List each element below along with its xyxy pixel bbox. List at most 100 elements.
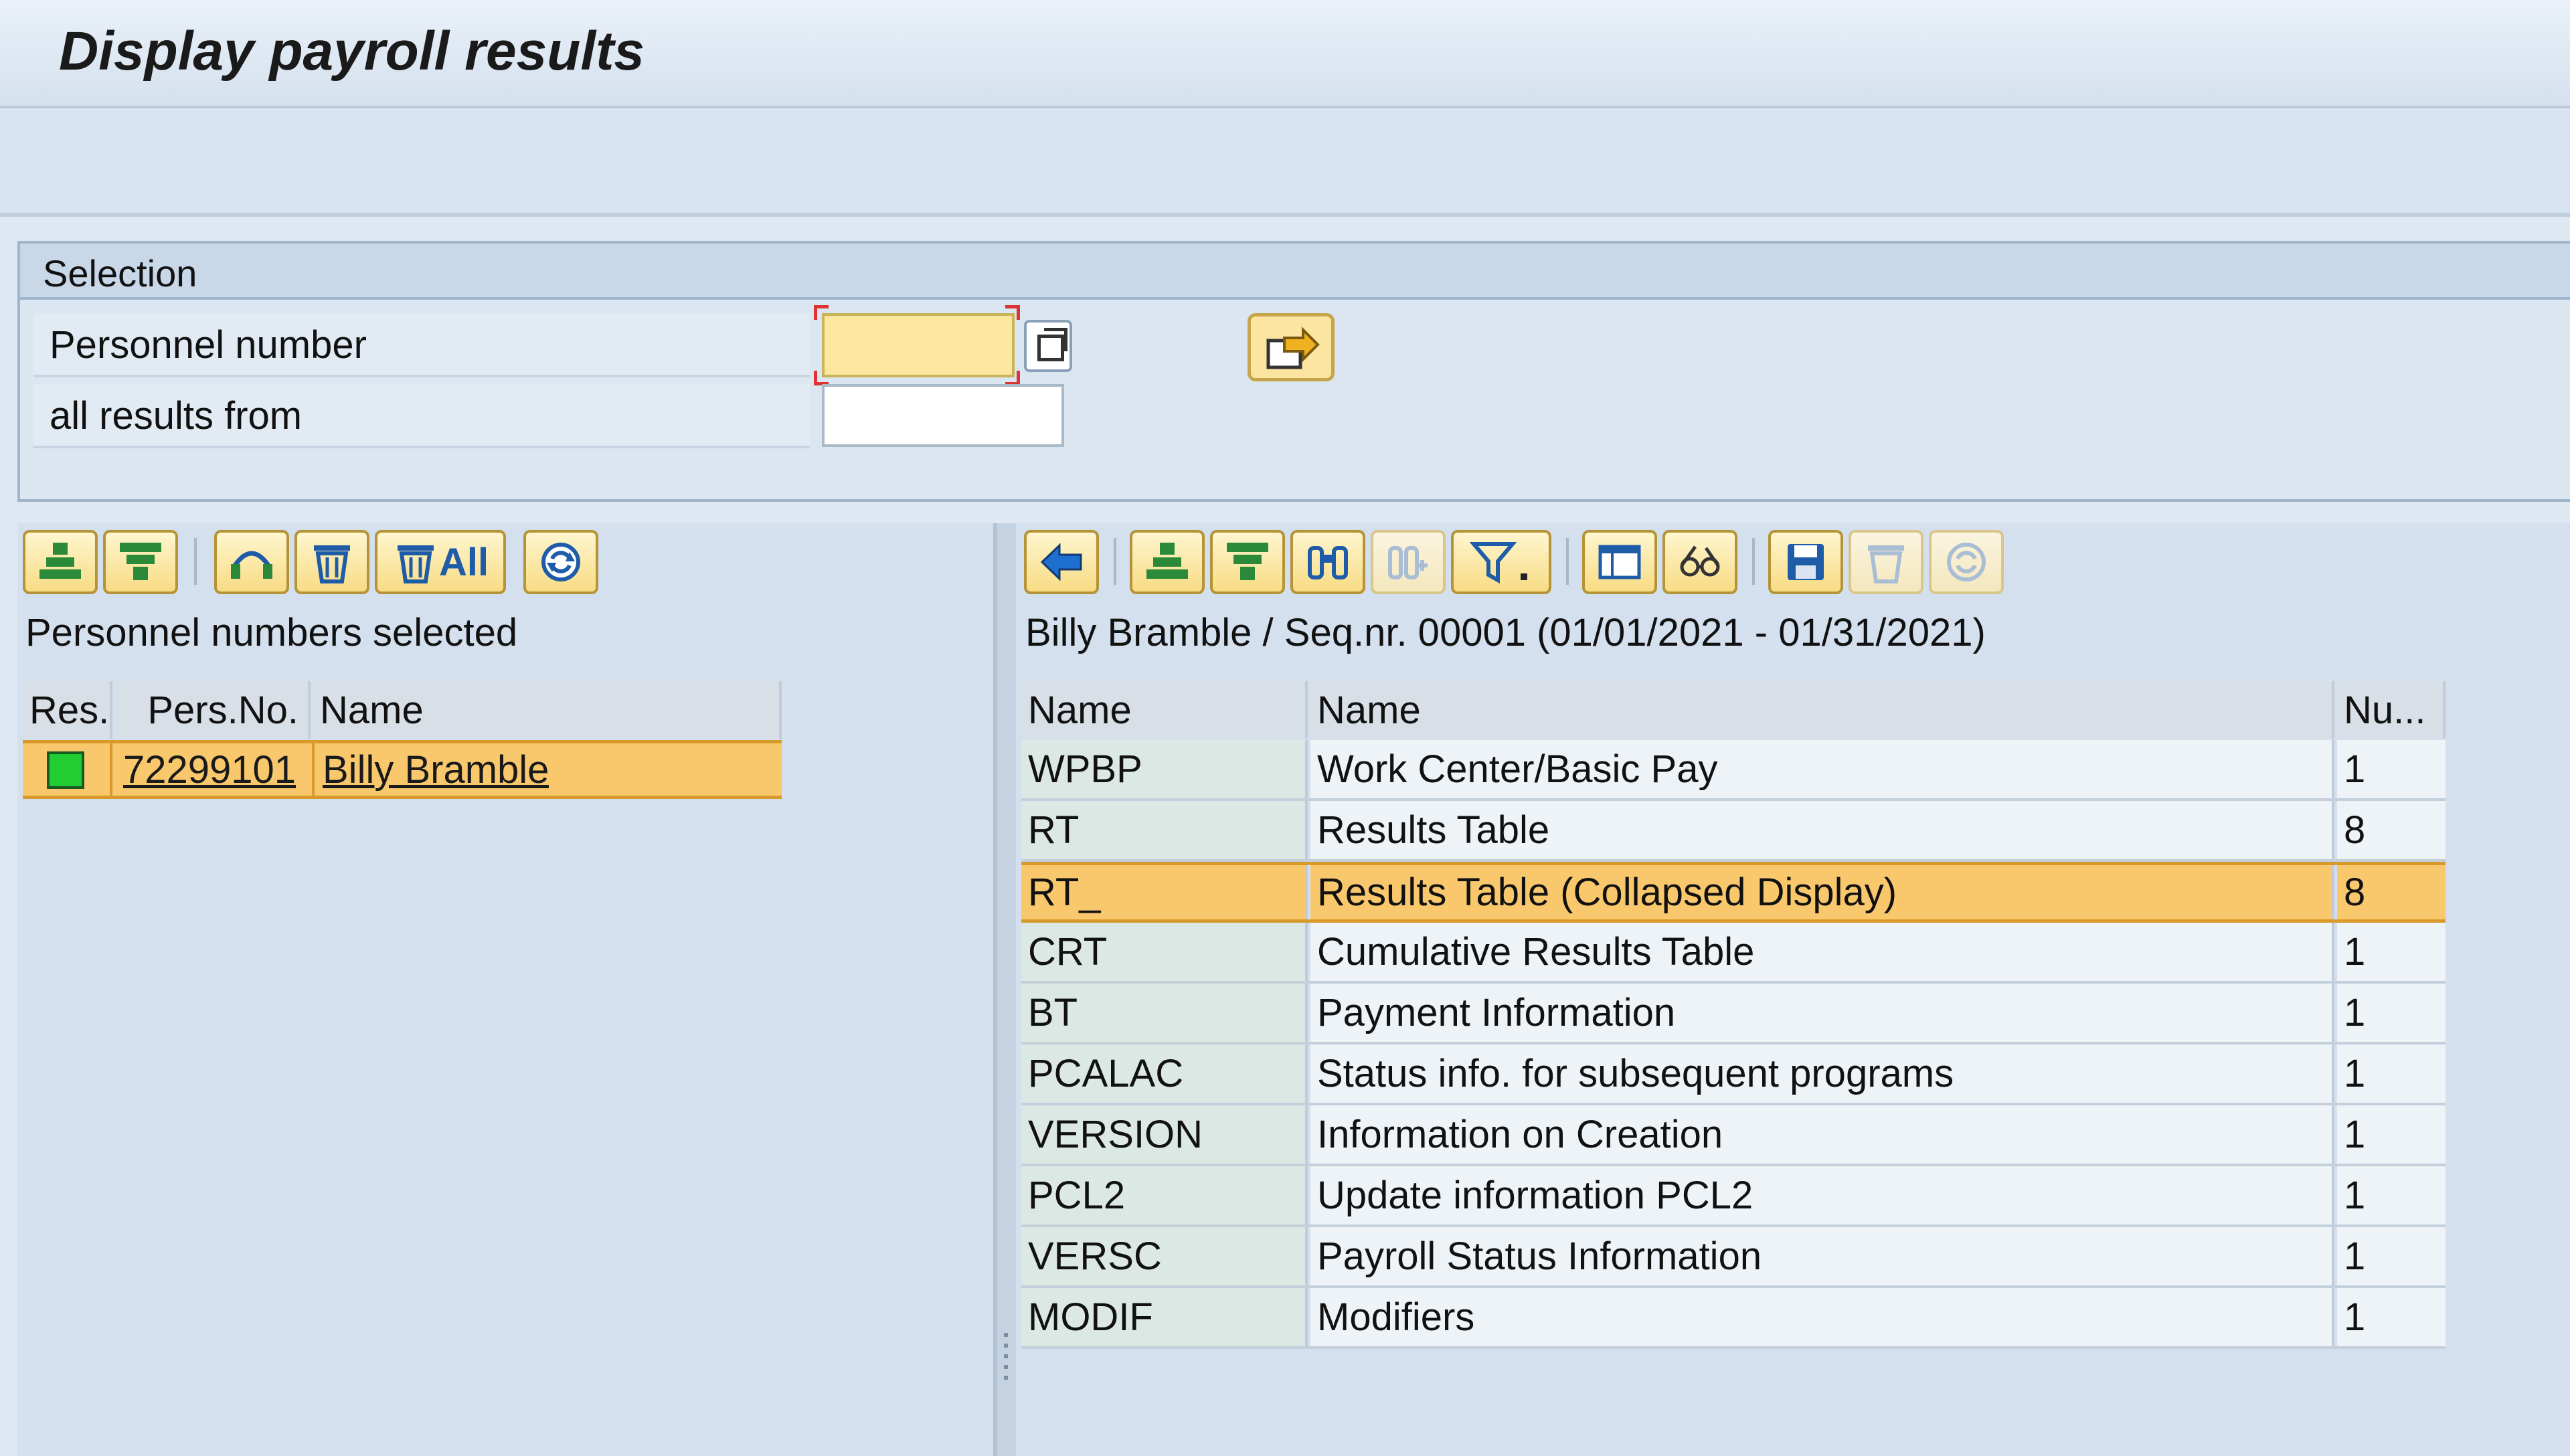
filter-button[interactable] (1451, 530, 1551, 594)
personnel-number-input[interactable] (822, 313, 1015, 377)
number-cell: 1 (2337, 1227, 2446, 1285)
trash-icon (397, 545, 434, 583)
number-cell: 1 (2337, 984, 2446, 1042)
save-button[interactable] (1768, 530, 1843, 594)
name-cell: Payment Information (1310, 984, 2334, 1042)
insert-button[interactable] (214, 530, 289, 594)
table-row[interactable]: PCL2 Update information PCL2 1 (1021, 1166, 2446, 1227)
refresh-button[interactable] (523, 530, 598, 594)
key-cell: MODIF (1021, 1288, 1308, 1346)
selection-title: Selection (43, 252, 197, 294)
filter-icon (1470, 542, 1517, 584)
name-cell: Update information PCL2 (1310, 1166, 2334, 1224)
find-next-icon (1388, 546, 1428, 579)
table-row[interactable]: RT Results Table 8 (1021, 801, 2446, 862)
delete-all-button[interactable]: All (375, 530, 506, 594)
table-row[interactable]: CRT Cumulative Results Table 1 (1021, 923, 2446, 984)
sort-descending-icon (1227, 543, 1268, 580)
number-cell: 1 (2337, 740, 2446, 798)
sort-descending-icon (120, 543, 161, 580)
column-header-number[interactable]: Nu... (2337, 681, 2446, 739)
table-row-selected[interactable]: RT_ Results Table (Collapsed Display) 8 (1021, 862, 2446, 923)
pers-no-link[interactable]: 72299101 (123, 747, 296, 792)
refresh-button[interactable] (1929, 530, 2004, 594)
find-button[interactable] (1290, 530, 1365, 594)
back-button[interactable] (1024, 530, 1099, 594)
employee-name-link[interactable]: Billy Bramble (323, 747, 549, 792)
table-row[interactable]: BT Payment Information 1 (1021, 984, 2446, 1044)
name-cell: Modifiers (1310, 1288, 2334, 1346)
table-row[interactable]: 72299101 Billy Bramble (23, 740, 782, 799)
sort-ascending-button[interactable] (1130, 530, 1205, 594)
results-table: WPBP Work Center/Basic Pay 1 RT Results … (1021, 740, 2446, 1349)
personnel-list-title: Personnel numbers selected (25, 611, 518, 654)
key-cell: PCALAC (1021, 1044, 1308, 1103)
select-all-button[interactable] (23, 530, 98, 594)
splitter-grip (1004, 1365, 1008, 1369)
splitter-grip (1004, 1344, 1008, 1348)
view-details-button[interactable] (1662, 530, 1737, 594)
save-icon (1788, 544, 1824, 580)
column-header-name[interactable]: Name (1310, 681, 2334, 739)
execute-icon (1266, 327, 1320, 369)
table-row[interactable]: WPBP Work Center/Basic Pay 1 (1021, 740, 2446, 801)
column-header-name[interactable]: Name (313, 681, 782, 739)
name-cell: Information on Creation (1310, 1105, 2334, 1164)
toolbar-separator (1114, 538, 1116, 585)
number-cell: 8 (2337, 865, 2446, 919)
application-toolbar (0, 111, 2570, 217)
toolbar-separator (1752, 538, 1755, 585)
status-ok-icon (47, 751, 84, 789)
table-row[interactable]: MODIF Modifiers 1 (1021, 1288, 2446, 1349)
title-bar: Display payroll results (0, 0, 2570, 108)
required-corner-br (1005, 371, 1020, 385)
cell-divider (110, 743, 112, 796)
table-row[interactable]: PCALAC Status info. for subsequent progr… (1021, 1044, 2446, 1105)
find-next-button[interactable] (1371, 530, 1446, 594)
table-row[interactable]: VERSION Information on Creation 1 (1021, 1105, 2446, 1166)
key-cell: VERSION (1021, 1105, 1308, 1164)
delete-all-label: All (438, 540, 489, 584)
cell-divider (312, 743, 315, 796)
deselect-button[interactable] (103, 530, 178, 594)
number-cell: 1 (2337, 1044, 2446, 1103)
personnel-number-row: Personnel number (33, 313, 810, 377)
splitter-grip (1004, 1333, 1008, 1337)
delete-button[interactable] (1849, 530, 1923, 594)
sort-ascending-icon (39, 543, 81, 579)
multiple-selection-button[interactable] (1024, 320, 1072, 372)
name-cell[interactable]: Billy Bramble (316, 743, 549, 796)
binoculars-icon (1308, 546, 1348, 579)
execute-button[interactable] (1248, 313, 1335, 381)
required-corner-tr (1005, 305, 1020, 320)
column-header-key[interactable]: Name (1021, 681, 1308, 739)
name-cell: Work Center/Basic Pay (1310, 740, 2334, 798)
layout-button[interactable] (1582, 530, 1657, 594)
column-header-persno[interactable]: Pers.No. (115, 681, 311, 739)
right-pane: Billy Bramble / Seq.nr. 00001 (01/01/202… (1016, 523, 2570, 1456)
all-results-from-input[interactable] (822, 384, 1064, 447)
refresh-icon (1947, 543, 1986, 581)
key-cell: WPBP (1021, 740, 1308, 798)
pers-no-cell[interactable]: 72299101 (116, 743, 296, 796)
sort-ascending-icon (1146, 543, 1188, 579)
pane-splitter[interactable] (997, 523, 1016, 1456)
key-cell: PCL2 (1021, 1166, 1308, 1224)
name-cell: Results Table (1310, 801, 2334, 859)
arrow-left-icon (1040, 543, 1082, 581)
column-header-res[interactable]: Res. (23, 681, 112, 739)
table-layout-icon (1598, 545, 1641, 579)
page-title: Display payroll results (59, 21, 645, 82)
name-cell: Cumulative Results Table (1310, 923, 2334, 981)
name-cell: Results Table (Collapsed Display) (1310, 865, 2334, 919)
delete-button[interactable] (294, 530, 369, 594)
table-row[interactable]: VERSC Payroll Status Information 1 (1021, 1227, 2446, 1288)
key-cell: VERSC (1021, 1227, 1308, 1285)
splitter-grip (1004, 1354, 1008, 1358)
all-results-from-label: all results from (50, 394, 303, 438)
splitter-grip (1004, 1376, 1008, 1380)
trash-icon (1868, 545, 1904, 583)
required-corner-tl (814, 305, 829, 320)
name-cell: Payroll Status Information (1310, 1227, 2334, 1285)
sort-descending-button[interactable] (1210, 530, 1285, 594)
